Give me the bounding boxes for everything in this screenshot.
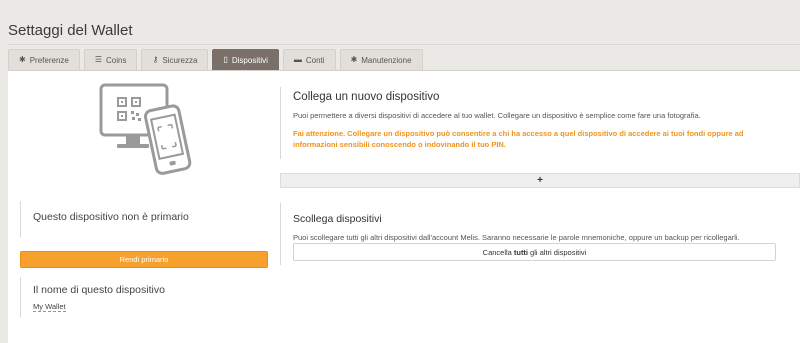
tab-preferenze[interactable]: ✱ Preferenze [8,49,80,70]
tab-coins[interactable]: ☰ Coins [83,49,138,70]
mobile-icon: ▯ [223,55,228,64]
title-divider [8,44,800,45]
button-text-pre: Cancella [482,247,512,257]
make-primary-button[interactable]: Rendi primario [20,251,268,268]
page-title: Settaggi del Wallet [8,22,133,39]
remove-all-devices-button[interactable]: Cancella tutti gli altri dispositivi [293,243,776,261]
gear-icon: ✱ [350,55,358,64]
settings-tabs: ✱ Preferenze ☰ Coins ⚷ Sicurezza ▯ Dispo… [8,49,423,70]
device-name-title: Il nome di questo dispositivo [33,284,165,296]
disconnect-title: Scollega dispositivi [293,213,382,225]
button-text-bold: tutti [513,247,529,257]
plus-icon: + [537,175,543,186]
primary-status-section: Questo dispositivo non è primario [20,201,267,237]
gear-icon: ✱ [19,55,26,64]
tab-label: Conti [305,55,325,65]
tab-dispositivi[interactable]: ▯ Dispositivi [212,49,279,70]
tab-label: Dispositivi [231,55,268,65]
connect-title: Collega un nuovo dispositivo [293,91,440,103]
disconnect-description: Puoi scollegare tutti gli altri disposit… [293,233,740,242]
connect-device-section: Collega un nuovo dispositivo Puoi permet… [280,87,770,159]
folder-icon: ▬ [293,55,302,64]
database-icon: ☰ [94,55,103,64]
devices-panel: Collega un nuovo dispositivo Puoi permet… [8,70,800,343]
connect-warning: Fai attenzione. Collegare un dispositivo… [293,129,744,149]
tab-conti[interactable]: ▬ Conti [282,49,336,70]
connect-description: Puoi permettere a diversi dispositivi di… [293,111,701,120]
add-device-button[interactable]: + [280,173,800,188]
tab-manutenzione[interactable]: ✱ Manutenzione [339,49,423,70]
primary-status-title: Questo dispositivo non è primario [33,211,189,223]
tab-label: Sicurezza [162,55,198,65]
tab-label: Manutenzione [361,55,412,65]
device-name-editable[interactable]: My Wallet [33,302,66,312]
button-text-post: gli altri dispositivi [530,247,587,257]
device-name-section: Il nome di questo dispositivo My Wallet [20,277,267,317]
device-pairing-illustration [99,83,192,175]
tab-label: Coins [106,55,127,65]
tab-sicurezza[interactable]: ⚷ Sicurezza [141,49,209,70]
key-icon: ⚷ [152,55,159,64]
tab-label: Preferenze [29,55,69,65]
